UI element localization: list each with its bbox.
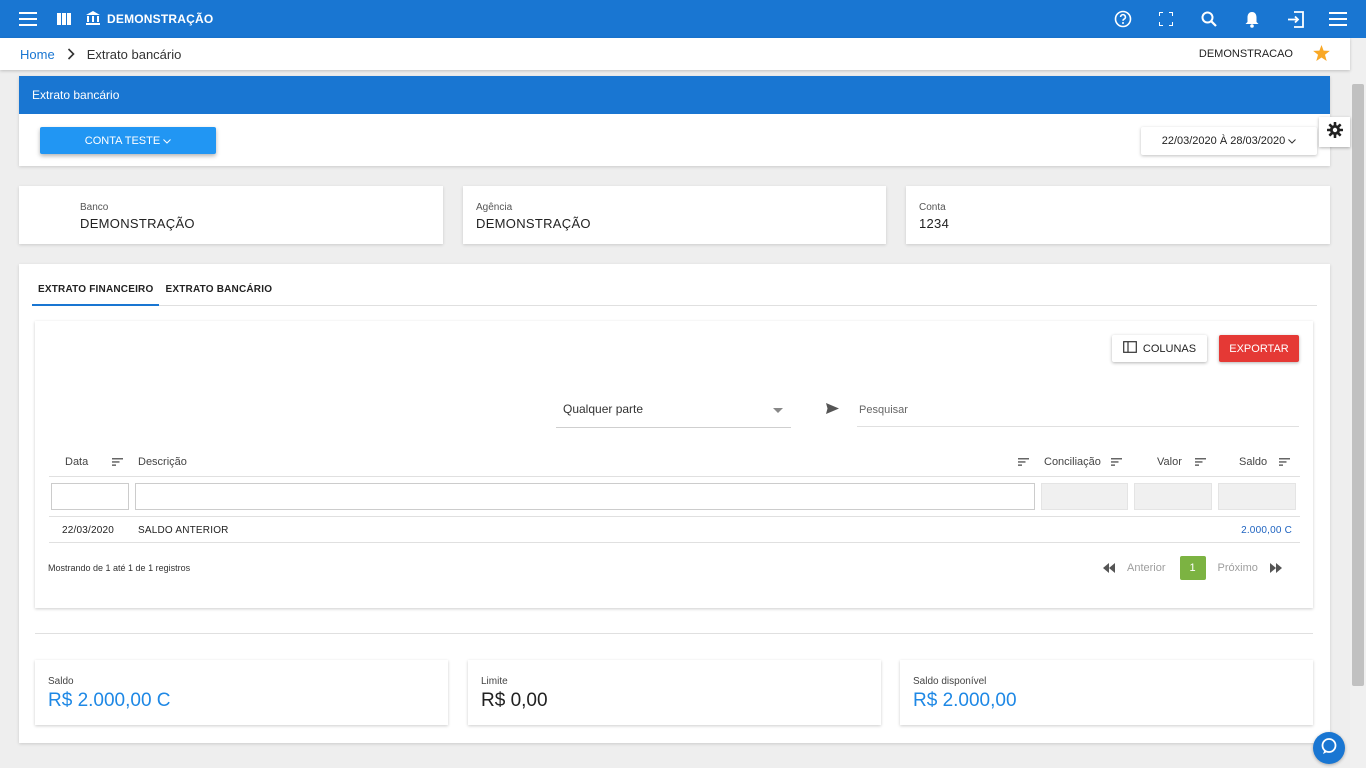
cell-balance: 2.000,00 C — [1241, 525, 1292, 536]
date-range-button[interactable]: 22/03/2020 À 28/03/2020 — [1141, 127, 1317, 155]
search-mode-select[interactable]: Qualquer parte — [556, 391, 791, 428]
table-row[interactable]: 22/03/2020 SALDO ANTERIOR 2.000,00 C — [49, 517, 1300, 543]
balance-label: Saldo — [48, 676, 74, 687]
columns-icon[interactable] — [46, 0, 82, 38]
menu-icon[interactable] — [10, 0, 46, 38]
account-info-card: Conta 1234 — [906, 186, 1330, 244]
settings-gear-button[interactable] — [1319, 117, 1350, 147]
right-menu-icon[interactable] — [1320, 0, 1356, 38]
columns-icon — [1123, 341, 1137, 356]
records-info: Mostrando de 1 até 1 de 1 registros — [48, 563, 191, 573]
page-title-band: Extrato bancário — [19, 76, 1330, 114]
sort-icon[interactable] — [1279, 457, 1290, 469]
limit-value: R$ 0,00 — [481, 690, 548, 711]
sort-icon[interactable] — [112, 457, 123, 469]
company-name: DEMONSTRACAO — [1198, 48, 1293, 60]
col-header-value[interactable]: Valor — [1157, 456, 1182, 468]
bank-label: Banco — [80, 202, 109, 213]
balance-summary-card: Saldo R$ 2.000,00 C — [35, 660, 448, 725]
filter-date-input[interactable] — [51, 483, 129, 510]
previous-page-link[interactable]: Anterior — [1127, 562, 1166, 574]
account-select-button[interactable]: CONTA TESTE — [40, 127, 216, 154]
company-switcher[interactable]: DEMONSTRAÇÃO — [86, 10, 214, 28]
col-header-description[interactable]: Descrição — [138, 456, 187, 468]
available-balance-card: Saldo disponível R$ 2.000,00 — [900, 660, 1313, 725]
search-input[interactable] — [857, 393, 1299, 427]
section-divider — [35, 633, 1313, 634]
help-icon[interactable] — [1105, 0, 1141, 38]
bank-icon — [86, 10, 100, 28]
chat-button[interactable] — [1313, 732, 1345, 764]
next-page-link[interactable]: Próximo — [1218, 562, 1258, 574]
pagination: Anterior 1 Próximo — [1103, 556, 1282, 580]
limit-summary-card: Limite R$ 0,00 — [468, 660, 881, 725]
agency-info-card: Agência DEMONSTRAÇÃO — [463, 186, 886, 244]
account-button-label: CONTA TESTE — [84, 134, 161, 147]
col-header-reconciliation[interactable]: Conciliação — [1044, 456, 1101, 468]
available-balance-label: Saldo disponível — [913, 676, 987, 687]
page-title: Extrato bancário — [32, 88, 120, 102]
account-value: 1234 — [919, 216, 950, 231]
statement-table-card: COLUNAS EXPORTAR Qualquer parte Data Des… — [35, 321, 1313, 608]
search-mode-value: Qualquer parte — [563, 402, 644, 416]
gear-icon — [1326, 121, 1343, 143]
limit-label: Limite — [481, 676, 508, 687]
search-icon[interactable] — [1191, 0, 1227, 38]
company-title: DEMONSTRAÇÃO — [107, 12, 214, 26]
filter-balance-input — [1218, 483, 1296, 510]
agency-label: Agência — [476, 202, 513, 213]
exit-icon[interactable] — [1277, 0, 1313, 38]
scrollbar-thumb[interactable] — [1352, 84, 1364, 686]
bank-info-card: Banco DEMONSTRAÇÃO — [19, 186, 443, 244]
columns-button[interactable]: COLUNAS — [1112, 335, 1207, 362]
filter-description-input[interactable] — [135, 483, 1035, 510]
bell-icon[interactable] — [1234, 0, 1270, 38]
top-app-bar: DEMONSTRAÇÃO — [0, 0, 1366, 38]
statement-card: EXTRATO FINANCEIRO EXTRATO BANCÁRIO COLU… — [19, 264, 1330, 743]
filter-value-input — [1134, 483, 1212, 510]
filter-reconciliation-input — [1041, 483, 1128, 510]
table-header: Data Descrição Conciliação Valor Saldo — [49, 454, 1300, 477]
favorite-star-icon[interactable] — [1313, 44, 1330, 64]
header-card: Extrato bancário CONTA TESTE 22/03/2020 … — [19, 76, 1330, 166]
chevron-down-icon — [1288, 135, 1297, 147]
filter-row — [49, 477, 1300, 517]
fullscreen-icon[interactable] — [1148, 0, 1184, 38]
statement-tabs: EXTRATO FINANCEIRO EXTRATO BANCÁRIO — [32, 280, 1317, 306]
chevron-right-icon — [67, 48, 75, 60]
send-icon[interactable] — [826, 401, 839, 419]
balance-value: R$ 2.000,00 C — [48, 690, 171, 711]
tab-financial-statement[interactable]: EXTRATO FINANCEIRO — [32, 280, 160, 306]
breadcrumb-current: Extrato bancário — [86, 46, 182, 62]
col-header-date[interactable]: Data — [65, 456, 88, 468]
chevron-down-icon — [163, 135, 172, 147]
breadcrumb-home-link[interactable]: Home — [20, 47, 55, 62]
sort-icon[interactable] — [1111, 457, 1122, 469]
first-page-icon[interactable] — [1103, 563, 1115, 573]
bank-value: DEMONSTRAÇÃO — [80, 216, 195, 231]
date-range-label: 22/03/2020 À 28/03/2020 — [1161, 135, 1286, 147]
export-button[interactable]: EXPORTAR — [1219, 335, 1299, 362]
cell-description: SALDO ANTERIOR — [138, 525, 229, 536]
agency-value: DEMONSTRAÇÃO — [476, 216, 591, 231]
columns-button-label: COLUNAS — [1142, 342, 1197, 355]
tab-bank-statement[interactable]: EXTRATO BANCÁRIO — [159, 280, 278, 306]
page-1-button[interactable]: 1 — [1179, 556, 1206, 580]
breadcrumb: Home Extrato bancário DEMONSTRACAO — [0, 38, 1350, 70]
last-page-icon[interactable] — [1269, 563, 1282, 573]
dropdown-arrow-icon — [773, 408, 783, 413]
cell-date: 22/03/2020 — [62, 525, 115, 536]
col-header-balance[interactable]: Saldo — [1239, 456, 1267, 468]
account-label: Conta — [919, 202, 946, 213]
available-balance-value: R$ 2.000,00 — [913, 690, 1017, 711]
chat-bubble-icon — [1320, 737, 1338, 760]
sort-icon[interactable] — [1018, 457, 1029, 469]
sort-icon[interactable] — [1195, 457, 1206, 469]
